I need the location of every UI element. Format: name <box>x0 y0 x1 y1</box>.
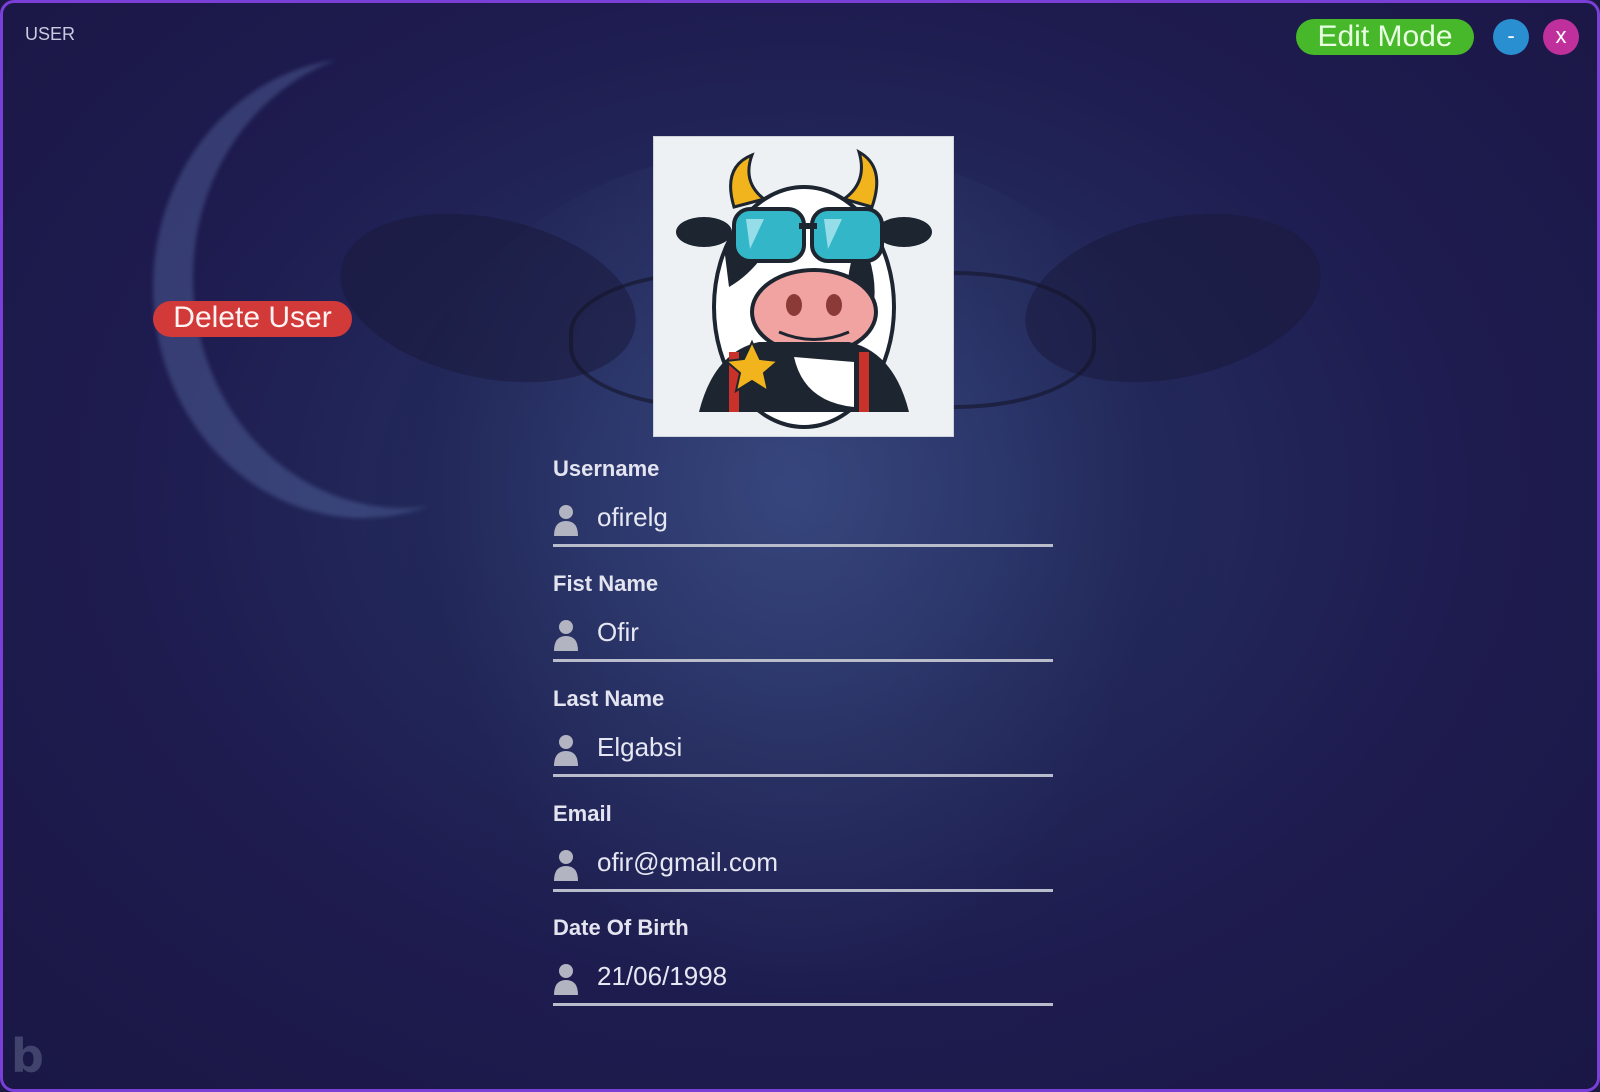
last-name-input[interactable]: Elgabsi <box>597 732 1037 763</box>
date-of-birth-input-row[interactable]: 21/06/1998 <box>553 953 1053 1006</box>
email-input-row[interactable]: ofir@gmail.com <box>553 839 1053 892</box>
cow-with-sunglasses-avatar-icon <box>676 148 932 429</box>
person-icon <box>554 620 578 651</box>
person-icon <box>554 964 578 995</box>
window-title: USER <box>25 24 76 44</box>
delete-user-button[interactable]: Delete User <box>153 301 352 337</box>
edit-mode-button[interactable]: Edit Mode <box>1296 19 1474 55</box>
email-label: Email <box>553 801 612 826</box>
last-name-label: Last Name <box>553 686 665 711</box>
date-of-birth-input[interactable]: 21/06/1998 <box>597 961 1037 992</box>
email-input[interactable]: ofir@gmail.com <box>597 847 1037 878</box>
profile-avatar <box>653 136 954 437</box>
person-icon <box>554 850 578 881</box>
username-input[interactable]: ofirelg <box>597 502 1037 533</box>
watermark-logo-icon: b <box>11 1029 44 1083</box>
person-icon <box>554 735 578 766</box>
date-of-birth-label: Date Of Birth <box>553 915 689 940</box>
user-window: b USER Edit Mode - x Delete User Usernam… <box>0 0 1600 1092</box>
first-name-label: Fist Name <box>553 571 659 596</box>
first-name-input[interactable]: Ofir <box>597 617 1037 648</box>
minimize-button[interactable]: - <box>1493 19 1529 55</box>
last-name-input-row[interactable]: Elgabsi <box>553 724 1053 777</box>
person-icon <box>554 505 578 536</box>
first-name-input-row[interactable]: Ofir <box>553 609 1053 662</box>
close-button[interactable]: x <box>1543 19 1579 55</box>
username-label: Username <box>553 456 660 481</box>
username-input-row[interactable]: ofirelg <box>553 494 1053 547</box>
